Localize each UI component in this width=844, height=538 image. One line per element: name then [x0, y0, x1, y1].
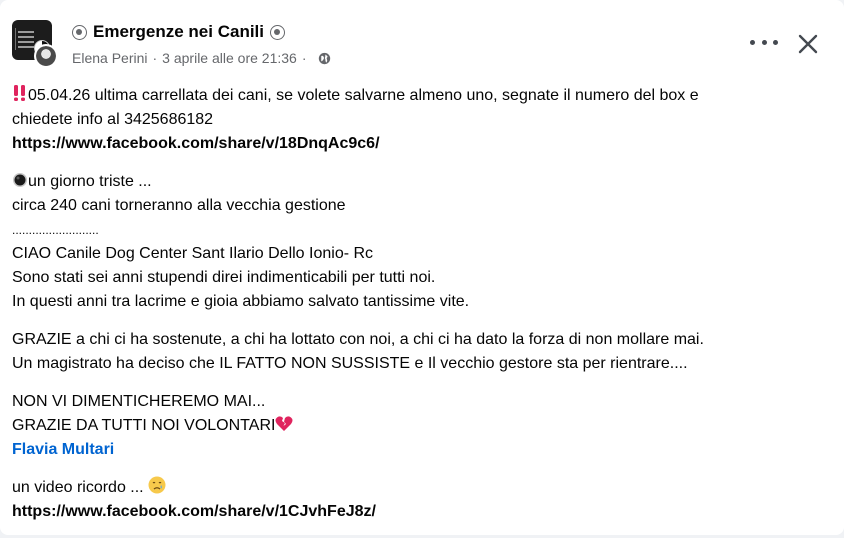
- paragraph-text: 05.04.26 ultima carrellata dei cani, se …: [28, 87, 699, 104]
- black-circle-icon: [13, 173, 27, 187]
- author-avatar[interactable]: [34, 44, 58, 68]
- paragraph-5: un video ricordo ... https://www.faceboo…: [12, 476, 827, 524]
- radio-icon: [72, 24, 87, 40]
- user-mention-link[interactable]: Flavia Multari: [12, 438, 827, 462]
- author-photo: [36, 46, 56, 66]
- paragraph-text: Un magistrato ha deciso che IL FATTO NON…: [12, 355, 688, 372]
- paragraph-text: GRAZIE DA TUTTI NOI VOLONTARI: [12, 417, 276, 434]
- more-options-icon[interactable]: [750, 32, 778, 52]
- broken-heart-icon: [275, 416, 293, 431]
- post-body: 05.04.26 ultima carrellata dei cani, se …: [12, 84, 827, 538]
- paragraph-text: un giorno triste ...: [28, 173, 152, 190]
- meta-separator: ·: [152, 50, 158, 66]
- meta-separator: ·: [301, 50, 307, 66]
- paragraph-text: CIAO Canile Dog Center Sant Ilario Dello…: [12, 245, 374, 262]
- paragraph-text: chiedete info al 3425686182: [12, 111, 214, 128]
- crying-face-icon: [148, 476, 166, 494]
- video-link[interactable]: https://www.facebook.com/share/v/1CJvhFe…: [12, 500, 827, 524]
- group-name[interactable]: Emergenze nei Canili: [93, 22, 264, 42]
- post-timestamp[interactable]: 3 aprile alle ore 21:36: [162, 50, 297, 66]
- radio-icon: [270, 24, 285, 40]
- post-card: Emergenze nei Canili Elena Perini · 3 ap…: [0, 0, 844, 535]
- close-icon[interactable]: [796, 32, 820, 56]
- paragraph-text: un video ricordo ...: [12, 479, 144, 496]
- author-name[interactable]: Elena Perini: [72, 50, 148, 66]
- paragraph-2: un giorno triste ... circa 240 cani torn…: [12, 170, 827, 314]
- video-link[interactable]: https://www.facebook.com/share/v/18DnqAc…: [12, 132, 827, 156]
- post-meta: Elena Perini · 3 aprile alle ore 21:36 ·: [72, 48, 331, 68]
- paragraph-text: circa 240 cani torneranno alla vecchia g…: [12, 197, 346, 214]
- post-header: Emergenze nei Canili Elena Perini · 3 ap…: [12, 20, 832, 80]
- paragraph-text: In questi anni tra lacrime e gioia abbia…: [12, 293, 470, 310]
- paragraph-1: 05.04.26 ultima carrellata dei cani, se …: [12, 84, 827, 156]
- paragraph-text: GRAZIE a chi ci ha sostenute, a chi ha l…: [12, 331, 704, 348]
- paragraph-text: Sono stati sei anni stupendi direi indim…: [12, 269, 436, 286]
- divider-dots: ..........................: [12, 223, 99, 237]
- globe-icon[interactable]: [318, 52, 331, 65]
- paragraph-4: NON VI DIMENTICHEREMO MAI... GRAZIE DA T…: [12, 390, 827, 462]
- paragraph-3: GRAZIE a chi ci ha sostenute, a chi ha l…: [12, 328, 827, 376]
- group-title-row: Emergenze nei Canili: [72, 21, 285, 43]
- paragraph-text: NON VI DIMENTICHEREMO MAI...: [12, 393, 266, 410]
- double-exclamation-icon: [14, 85, 25, 101]
